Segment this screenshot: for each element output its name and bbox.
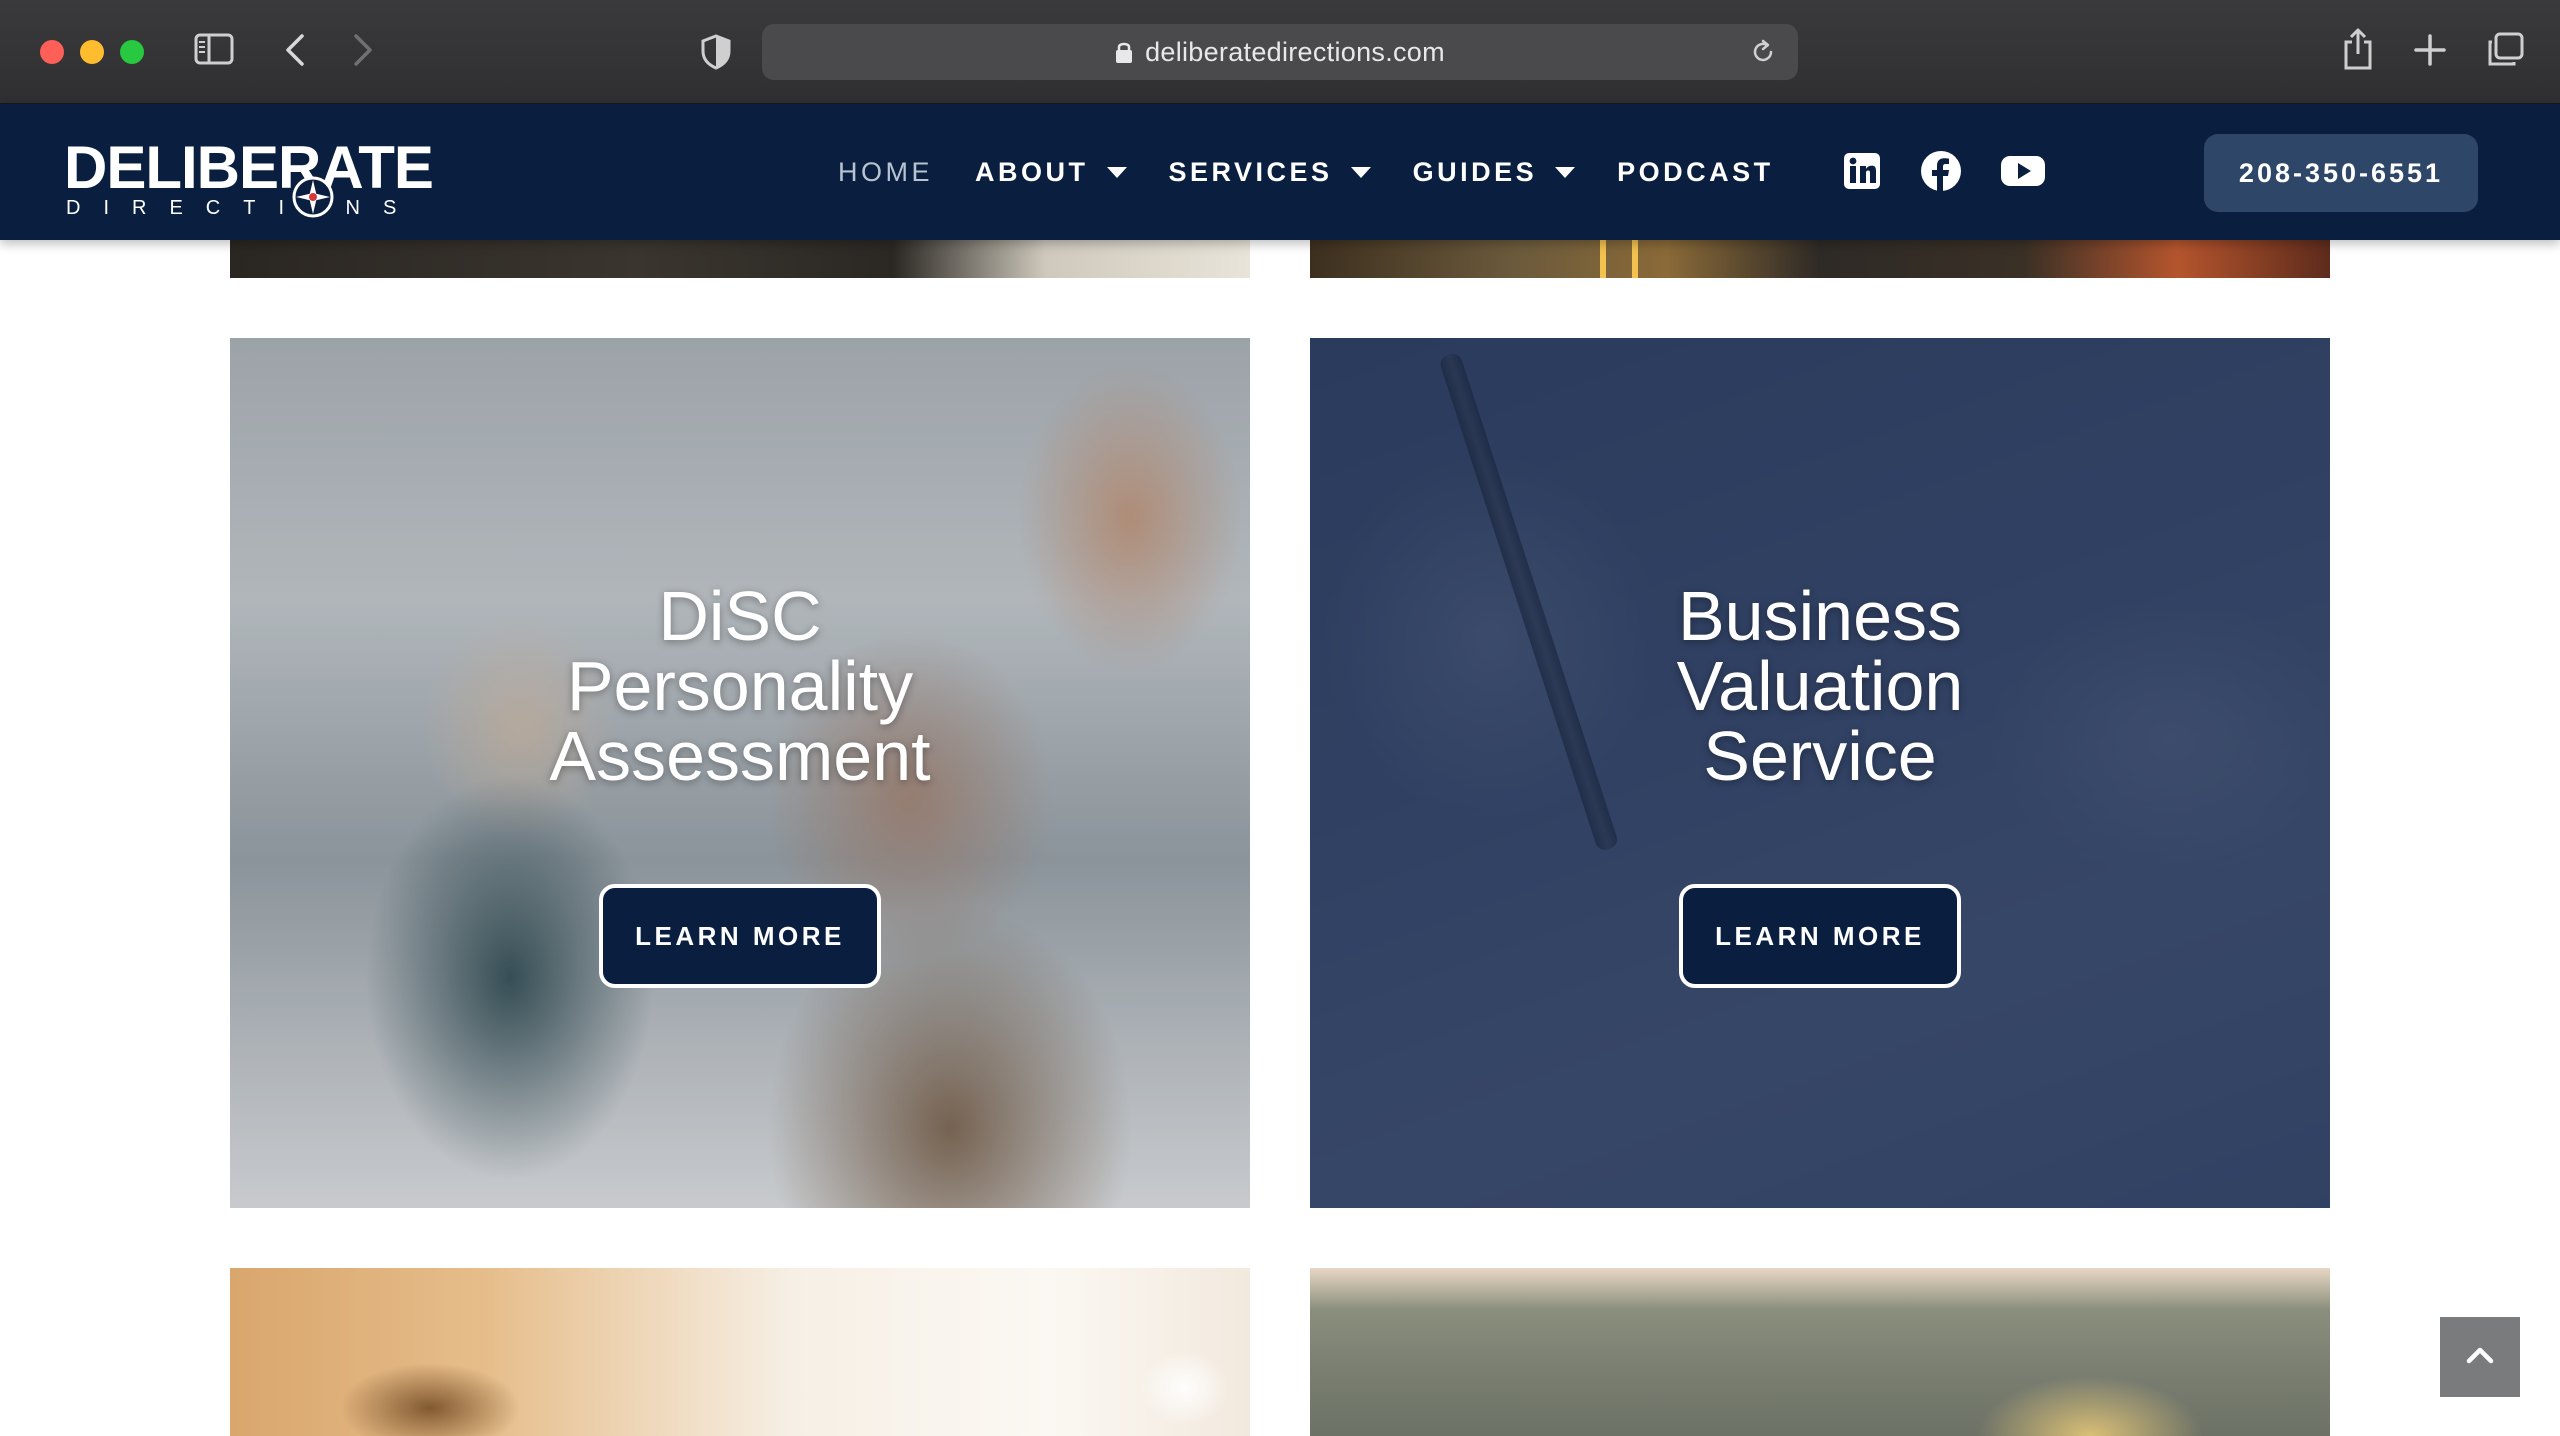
- card-title-line: Personality: [566, 647, 914, 725]
- card-title-line: Valuation: [1676, 647, 1964, 725]
- nav-services[interactable]: SERVICES: [1169, 157, 1371, 188]
- service-card-disc[interactable]: DiSC Personality Assessment LEARN MORE: [230, 338, 1250, 1208]
- window-maximize-button[interactable]: [120, 40, 144, 64]
- shield-icon[interactable]: [700, 34, 732, 70]
- card-title-line: Business: [1677, 577, 1963, 655]
- site-header: DELIBERATE DIRECTIONS HOME ABOUT SERVICE…: [0, 104, 2560, 240]
- card-title: Business Valuation Service: [1310, 581, 2330, 791]
- road-line: [1632, 240, 1638, 278]
- new-tab-icon[interactable]: [2414, 34, 2446, 66]
- nav-about[interactable]: ABOUT: [975, 157, 1127, 188]
- card-title: DiSC Personality Assessment: [230, 581, 1250, 791]
- next-card-image-left[interactable]: [230, 1268, 1250, 1436]
- chevron-up-icon: [2465, 1345, 2495, 1369]
- sidebar-icon[interactable]: [194, 32, 234, 66]
- caret-down-icon: [1555, 166, 1576, 178]
- forward-icon[interactable]: [352, 32, 374, 68]
- nav-guides[interactable]: GUIDES: [1413, 157, 1576, 188]
- logo-subtitle: DIRECTIONS: [66, 197, 420, 219]
- window-close-button[interactable]: [40, 40, 64, 64]
- nav-about-label: ABOUT: [975, 156, 1089, 187]
- back-icon[interactable]: [284, 32, 306, 68]
- address-bar[interactable]: deliberatedirections.com: [762, 24, 1798, 80]
- card-title-line: DiSC: [658, 577, 822, 655]
- nav-podcast-label: PODCAST: [1617, 156, 1774, 187]
- service-card-valuation[interactable]: Business Valuation Service LEARN MORE: [1310, 338, 2330, 1208]
- share-icon[interactable]: [2342, 28, 2374, 70]
- card-title-line: Service: [1703, 717, 1937, 795]
- nav-home[interactable]: HOME: [838, 157, 933, 188]
- nav-services-label: SERVICES: [1168, 156, 1333, 187]
- tabs-overview-icon[interactable]: [2486, 32, 2524, 68]
- nav-guides-label: GUIDES: [1412, 156, 1538, 187]
- nav-podcast[interactable]: PODCAST: [1617, 157, 1774, 188]
- logo-wordmark: DELIBERATE: [64, 134, 434, 201]
- logo[interactable]: DELIBERATE DIRECTIONS: [64, 138, 434, 219]
- browser-toolbar: deliberatedirections.com: [0, 0, 2560, 104]
- previous-card-image-left: [230, 240, 1250, 278]
- compass-icon: [290, 174, 336, 224]
- card-title-line: Assessment: [549, 717, 931, 795]
- caret-down-icon: [1350, 166, 1371, 178]
- learn-more-button[interactable]: LEARN MORE: [599, 884, 881, 988]
- scroll-to-top-button[interactable]: [2440, 1317, 2520, 1397]
- phone-button[interactable]: 208-350-6551: [2204, 134, 2478, 212]
- previous-card-image-right: [1310, 240, 2330, 278]
- facebook-icon[interactable]: [1920, 150, 1962, 192]
- reload-icon[interactable]: [1750, 38, 1776, 70]
- learn-more-button[interactable]: LEARN MORE: [1679, 884, 1961, 988]
- window-minimize-button[interactable]: [80, 40, 104, 64]
- caret-down-icon: [1106, 166, 1127, 178]
- linkedin-icon[interactable]: [1842, 151, 1882, 191]
- url-text: deliberatedirections.com: [1145, 36, 1445, 67]
- youtube-icon[interactable]: [2000, 154, 2046, 188]
- next-card-image-right[interactable]: [1310, 1268, 2330, 1436]
- social-links: [1842, 150, 2084, 192]
- main-nav: HOME ABOUT SERVICES GUIDES PODCAST: [838, 104, 1816, 240]
- road-line: [1600, 240, 1606, 278]
- nav-home-label: HOME: [838, 156, 933, 187]
- lock-icon: [1115, 40, 1133, 64]
